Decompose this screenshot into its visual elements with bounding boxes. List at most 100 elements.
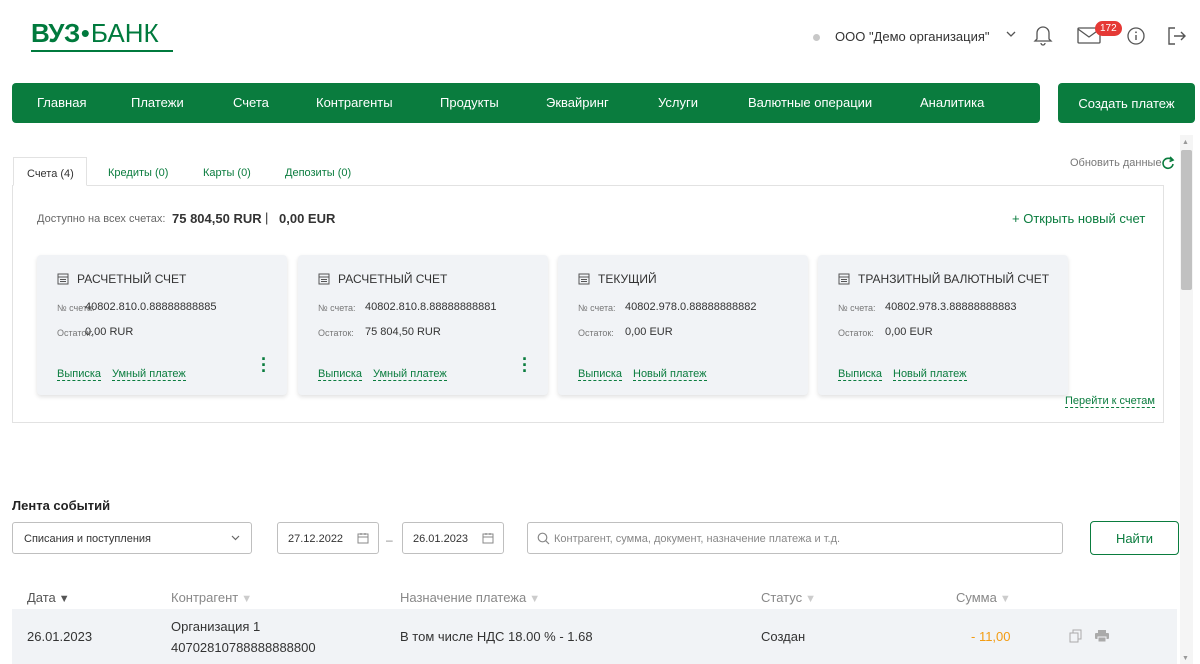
table-row[interactable]: 26.01.2023 Организация 1 407028107888888… [12, 609, 1177, 664]
search-input[interactable]: Контрагент, сумма, документ, назначение … [527, 522, 1063, 554]
select-value: Списания и поступления [24, 533, 151, 545]
logout-icon[interactable] [1167, 26, 1187, 51]
nav-item-accounts[interactable]: Счета [233, 95, 269, 110]
nav-item-payments[interactable]: Платежи [131, 95, 184, 110]
smart-payment-link[interactable]: Умный платеж [112, 368, 186, 381]
logo-dot: • [80, 18, 90, 48]
account-type: Расчетный счет [77, 272, 187, 286]
column-header-label: Статус [761, 590, 803, 605]
refresh-data-link[interactable]: Обновить данные [1070, 157, 1162, 169]
row-status: Создан [761, 629, 806, 644]
column-header-amount[interactable]: Сумма ▼ [956, 590, 1011, 605]
column-header-status[interactable]: Статус ▼ [761, 590, 816, 605]
scroll-down-arrow-icon[interactable]: ▼ [1182, 655, 1189, 662]
nav-item-acquiring[interactable]: Эквайринг [546, 95, 609, 110]
logo-part2: БАНК [90, 18, 159, 48]
scrollbar-thumb[interactable] [1181, 150, 1192, 290]
nav-item-counterparties[interactable]: Контрагенты [316, 95, 393, 110]
copy-icon[interactable] [1069, 629, 1082, 648]
feed-title: Лента событий [12, 498, 111, 513]
account-type: Текущий [598, 272, 657, 286]
nav-item-analytics[interactable]: Аналитика [920, 95, 984, 110]
available-separator: | [265, 210, 269, 225]
account-card: Расчетный счет № счета: 40802.810.8.8888… [298, 255, 548, 395]
more-vertical-icon[interactable]: · · · [261, 350, 267, 380]
go-to-accounts-link[interactable]: Перейти к счетам [1065, 395, 1155, 408]
open-new-account-link[interactable]: + Открыть новый счет [1012, 211, 1145, 226]
chevron-down-icon[interactable] [1005, 28, 1017, 43]
calendar-icon[interactable] [482, 532, 494, 547]
tab-cards[interactable]: Карты (0) [203, 167, 251, 179]
account-type: Расчетный счет [338, 272, 448, 286]
create-payment-button[interactable]: Создать платеж [1058, 83, 1195, 123]
available-label: Доступно на всех счетах: [37, 213, 166, 225]
balance-value: 75 804,50 RUR [365, 326, 441, 338]
chevron-down-icon [230, 532, 241, 546]
account-card: Расчетный счет № счета: 40802.810.0.8888… [37, 255, 287, 395]
balance-value: 0,00 EUR [625, 326, 673, 338]
balance-label: Остаток: [578, 328, 614, 338]
balance-label: Остаток: [318, 328, 354, 338]
account-card: Транзитный валютный счет № счета: 40802.… [818, 255, 1068, 395]
column-header-counterparty[interactable]: Контрагент ▼ [171, 590, 252, 605]
balance-value: 0,00 RUR [85, 326, 134, 338]
bell-icon[interactable] [1033, 24, 1053, 51]
account-number-label: № счета: [318, 303, 356, 313]
balance-value: 0,00 EUR [885, 326, 933, 338]
available-eur: 0,00 EUR [279, 211, 336, 226]
row-amount: - 11,00 [971, 629, 1011, 644]
info-icon[interactable] [1127, 27, 1145, 50]
nav-item-home[interactable]: Главная [37, 95, 86, 110]
account-number: 40802.978.0.88888888882 [625, 301, 757, 313]
date-from-value: 27.12.2022 [288, 533, 344, 545]
tab-credits[interactable]: Кредиты (0) [108, 167, 168, 179]
scroll-up-arrow-icon[interactable]: ▲ [1182, 139, 1189, 146]
document-icon [318, 272, 330, 290]
statement-link[interactable]: Выписка [578, 368, 623, 381]
main-nav: Главная Платежи Счета Контрагенты Продук… [12, 83, 1040, 123]
date-to-field[interactable]: 26.01.2023 [402, 522, 504, 554]
tab-deposits[interactable]: Депозиты (0) [285, 167, 351, 179]
logo-underline [31, 50, 173, 52]
org-status-dot [813, 34, 820, 41]
account-number: 40802.978.3.88888888883 [885, 301, 1017, 313]
tab-accounts[interactable]: Счета (4) [13, 157, 87, 186]
column-header-purpose[interactable]: Назначение платежа ▼ [400, 590, 540, 605]
column-header-label: Назначение платежа [400, 590, 527, 605]
sort-down-icon: ▼ [805, 593, 816, 605]
nav-item-currency-operations[interactable]: Валютные операции [748, 95, 872, 110]
find-button[interactable]: Найти [1090, 521, 1179, 555]
smart-payment-link[interactable]: Умный платеж [373, 368, 447, 381]
date-to-value: 26.01.2023 [413, 533, 469, 545]
date-from-field[interactable]: 27.12.2022 [277, 522, 379, 554]
operation-type-select[interactable]: Списания и поступления [12, 522, 252, 554]
nav-item-products[interactable]: Продукты [440, 95, 499, 110]
column-header-label: Контрагент [171, 590, 239, 605]
document-icon [57, 272, 69, 290]
column-header-date[interactable]: Дата ▼ [27, 590, 70, 605]
organization-selector[interactable]: ООО "Демо организация" [835, 29, 990, 44]
balance-label: Остаток: [838, 328, 874, 338]
new-payment-link[interactable]: Новый платеж [893, 368, 967, 381]
refresh-icon[interactable] [1161, 156, 1175, 175]
statement-link[interactable]: Выписка [318, 368, 363, 381]
sort-down-icon: ▼ [999, 593, 1011, 605]
document-icon [578, 272, 590, 290]
calendar-icon[interactable] [357, 532, 369, 547]
more-vertical-icon[interactable]: · · · [522, 350, 528, 380]
sort-down-icon: ▼ [58, 593, 70, 605]
row-counterparty-account: 40702810788888888800 [171, 640, 316, 655]
statement-link[interactable]: Выписка [838, 368, 883, 381]
row-purpose: В том числе НДС 18.00 % - 1.68 [400, 629, 593, 644]
account-number: 40802.810.0.88888888885 [85, 301, 217, 313]
new-payment-link[interactable]: Новый платеж [633, 368, 707, 381]
bank-logo[interactable]: ВУЗ • БАНК [31, 18, 159, 49]
nav-item-services[interactable]: Услуги [658, 95, 698, 110]
statement-link[interactable]: Выписка [57, 368, 102, 381]
available-rur: 75 804,50 RUR [172, 211, 262, 226]
account-number-label: № счета: [578, 303, 616, 313]
document-icon [838, 272, 850, 290]
print-icon[interactable] [1094, 629, 1110, 648]
account-number-label: № счета: [838, 303, 876, 313]
account-type: Транзитный валютный счет [858, 272, 1050, 286]
